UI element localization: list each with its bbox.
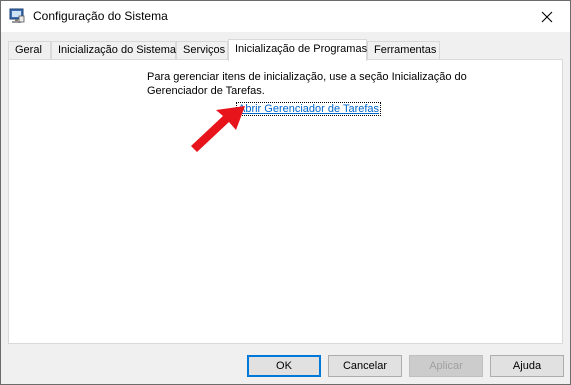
- tab-strip: Geral Inicialização do Sistema Serviços …: [8, 39, 564, 61]
- tab-tools[interactable]: Ferramentas: [367, 41, 440, 60]
- title-bar[interactable]: Configuração do Sistema: [1, 1, 570, 32]
- tab-general[interactable]: Geral: [8, 41, 51, 60]
- ok-button[interactable]: OK: [247, 355, 321, 377]
- tab-startup[interactable]: Inicialização de Programas: [228, 39, 367, 61]
- cancel-button[interactable]: Cancelar: [328, 355, 402, 377]
- tab-boot[interactable]: Inicialização do Sistema: [51, 41, 176, 60]
- open-task-manager-link[interactable]: Abrir Gerenciador de Tarefas: [235, 102, 382, 116]
- window-title: Configuração do Sistema: [33, 9, 168, 23]
- red-arrow-annotation: [191, 106, 245, 152]
- close-button[interactable]: [524, 1, 570, 32]
- system-config-window: Configuração do Sistema Geral Inicializa…: [0, 0, 571, 385]
- tab-services[interactable]: Serviços: [176, 41, 228, 60]
- apply-button[interactable]: Aplicar: [409, 355, 483, 377]
- help-button[interactable]: Ajuda: [490, 355, 564, 377]
- startup-panel: Para gerenciar itens de inicialização, u…: [8, 59, 563, 344]
- startup-message: Para gerenciar itens de inicialização, u…: [147, 71, 467, 97]
- close-icon: [541, 11, 553, 22]
- system-config-icon: [9, 8, 25, 23]
